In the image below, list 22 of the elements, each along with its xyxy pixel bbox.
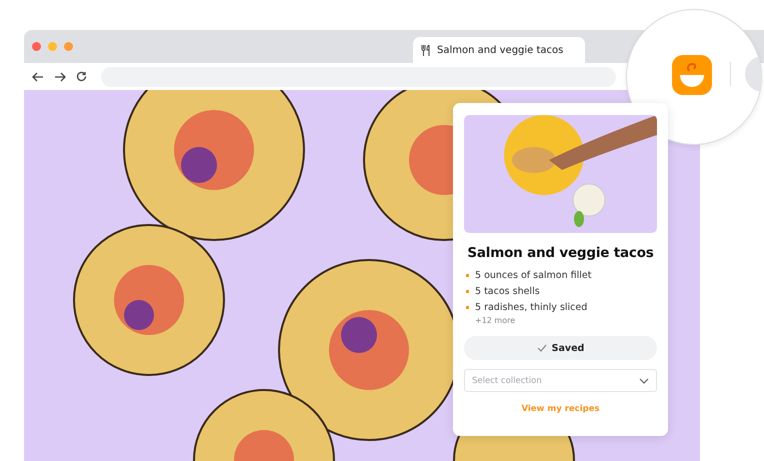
saved-button[interactable]: Saved (464, 336, 657, 360)
tab-title: Salmon and veggie tacos (437, 44, 564, 56)
ingredient-text: 5 ounces of salmon fillet (475, 270, 592, 281)
maximize-dot[interactable] (64, 42, 73, 51)
chevron-down-icon (639, 378, 649, 384)
close-dot[interactable] (32, 42, 41, 51)
collection-select[interactable]: Select collection (464, 369, 657, 392)
forward-icon[interactable] (54, 72, 66, 82)
ingredient-text: 5 tacos shells (475, 286, 540, 297)
browser-tab[interactable]: Salmon and veggie tacos (413, 37, 585, 63)
back-icon[interactable] (32, 72, 44, 82)
app-logo-icon[interactable] (672, 55, 712, 95)
reload-icon[interactable] (76, 71, 87, 82)
fork-knife-icon (421, 44, 431, 56)
bullet-icon (466, 306, 469, 309)
minimize-dot[interactable] (48, 42, 57, 51)
bullet-icon (466, 290, 469, 293)
bullet-icon (466, 274, 469, 277)
more-ingredients-text: +12 more (475, 316, 516, 325)
check-icon (536, 344, 547, 352)
recipe-title: Salmon and veggie tacos (466, 244, 655, 262)
ingredient-text: 5 radishes, thinly sliced (475, 302, 588, 313)
